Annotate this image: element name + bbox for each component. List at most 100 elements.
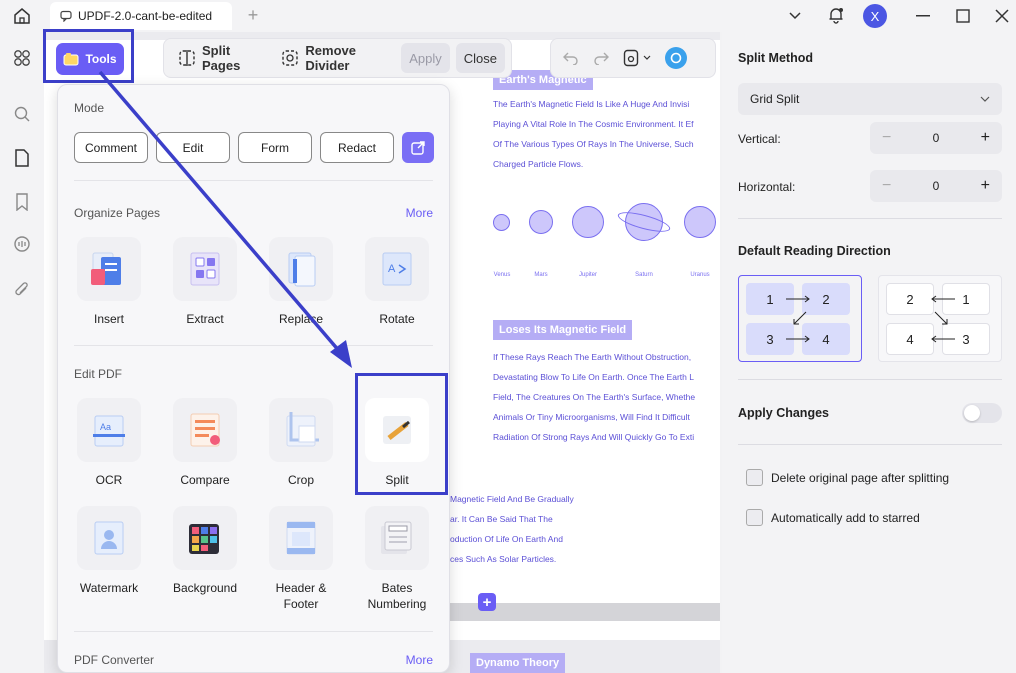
ai-assistant-icon[interactable] xyxy=(665,47,687,69)
tool-background[interactable]: Background xyxy=(160,506,250,596)
minimize-icon[interactable] xyxy=(914,8,932,24)
auto-starred-checkbox[interactable] xyxy=(746,509,763,526)
tool-compare[interactable]: Compare xyxy=(160,398,250,488)
increment-icon[interactable]: + xyxy=(981,129,990,147)
reading-direction-z-option[interactable]: 1 2 3 4 xyxy=(738,275,862,362)
tool-header-footer-label: Header & Footer xyxy=(275,581,327,611)
vertical-value[interactable]: 0 xyxy=(933,131,940,145)
rotate-icon: A xyxy=(365,237,429,301)
split-method-select[interactable]: Grid Split xyxy=(738,83,1002,115)
increment-icon[interactable]: + xyxy=(981,177,990,195)
extract-icon xyxy=(173,237,237,301)
tool-crop[interactable]: Crop xyxy=(256,398,346,488)
compare-icon xyxy=(173,398,237,462)
doc-paragraph-line: ar. It Can Be Said That The xyxy=(450,514,553,524)
tool-insert[interactable]: Insert xyxy=(64,237,154,327)
split-pages-icon xyxy=(178,49,196,67)
tool-extract-label: Extract xyxy=(186,312,224,326)
close-window-icon[interactable] xyxy=(992,6,1012,26)
decrement-icon[interactable]: − xyxy=(882,177,891,195)
mode-edit-button[interactable]: Edit xyxy=(156,132,230,163)
decrement-icon[interactable]: − xyxy=(882,129,891,147)
planet-mars xyxy=(529,210,553,234)
doc-paragraph-line: The Earth's Magnetic Field Is Like A Hug… xyxy=(493,99,690,109)
planet-label: Jupiter xyxy=(578,272,597,278)
save-icon[interactable] xyxy=(623,49,639,67)
attachment-icon[interactable] xyxy=(12,280,32,300)
split-pages-button[interactable]: Split Pages xyxy=(170,43,267,73)
reading-direction-reverse-option[interactable]: 2 1 4 3 xyxy=(878,275,1002,362)
direction-arrows-icon xyxy=(786,295,810,343)
doc-paragraph-line: If These Rays Reach The Earth Without Ob… xyxy=(493,352,692,362)
tool-header-footer[interactable]: Header & Footer xyxy=(256,506,346,612)
horizontal-label: Horizontal: xyxy=(738,180,796,194)
tool-ocr[interactable]: Aa OCR xyxy=(64,398,154,488)
save-dropdown-icon[interactable] xyxy=(643,55,651,61)
direction-arrows-icon xyxy=(931,295,955,343)
open-external-button[interactable] xyxy=(402,132,434,163)
tool-crop-label: Crop xyxy=(287,473,314,487)
split-highlight-box xyxy=(355,373,448,495)
tools-highlight-box xyxy=(43,29,134,83)
tool-rotate[interactable]: A Rotate xyxy=(352,237,442,327)
planet-label: Saturn xyxy=(635,272,653,278)
undo-icon[interactable] xyxy=(563,51,579,65)
converter-more-link[interactable]: More xyxy=(406,653,433,667)
doc-paragraph-line: Animals Or Tiny Microorganisms, Will Fin… xyxy=(493,412,690,422)
tool-watermark-label: Watermark xyxy=(79,581,139,595)
notification-bell-icon[interactable] xyxy=(826,5,846,25)
search-icon[interactable] xyxy=(12,104,32,124)
divider xyxy=(74,345,433,346)
planet-uranus xyxy=(684,206,716,238)
doc-heading-dynamo: Dynamo Theory xyxy=(470,653,566,673)
organize-more-link[interactable]: More xyxy=(406,206,433,220)
apps-grid-icon[interactable] xyxy=(12,48,32,68)
vertical-stepper[interactable]: − 0 + xyxy=(870,122,1002,154)
remove-divider-button[interactable]: Remove Divider xyxy=(273,43,395,73)
comment-tab-icon xyxy=(60,10,72,22)
doc-paragraph-line: Playing A Vital Role In The Cosmic Envir… xyxy=(493,119,694,129)
apply-changes-toggle[interactable] xyxy=(962,403,1002,423)
split-method-title: Split Method xyxy=(738,51,813,65)
tool-bates-numbering[interactable]: Bates Numbering xyxy=(352,506,442,612)
remove-divider-icon xyxy=(281,49,299,67)
ocr-icon: Aa xyxy=(77,398,141,462)
tool-extract[interactable]: Extract xyxy=(160,237,250,327)
open-external-icon xyxy=(410,140,426,156)
tool-compare-label: Compare xyxy=(180,473,230,487)
delete-original-checkbox[interactable] xyxy=(746,469,763,486)
pages-icon[interactable] xyxy=(12,148,32,168)
mode-form-button[interactable]: Form xyxy=(238,132,312,163)
tool-rotate-label: Rotate xyxy=(379,312,415,326)
user-avatar[interactable]: X xyxy=(863,4,887,28)
tool-replace[interactable]: Replace xyxy=(256,237,346,327)
mode-redact-button[interactable]: Redact xyxy=(320,132,394,163)
apply-button[interactable]: Apply xyxy=(401,43,450,73)
maximize-icon[interactable] xyxy=(954,7,972,25)
add-divider-icon[interactable]: + xyxy=(478,593,496,611)
horizontal-stepper[interactable]: − 0 + xyxy=(870,170,1002,202)
bookmark-icon[interactable] xyxy=(12,192,32,212)
replace-icon xyxy=(269,237,333,301)
chevron-down-icon[interactable] xyxy=(786,8,804,24)
vertical-label: Vertical: xyxy=(738,132,781,146)
home-icon[interactable] xyxy=(12,6,32,26)
planet-jupiter xyxy=(572,206,604,238)
doc-paragraph-line: Devastating Blow To Life On Earth. Once … xyxy=(493,372,694,382)
document-tab[interactable]: UPDF-2.0-cant-be-edited xyxy=(50,2,232,30)
comments-icon[interactable] xyxy=(11,235,33,255)
tool-insert-label: Insert xyxy=(93,312,124,326)
mode-comment-button[interactable]: Comment xyxy=(74,132,148,163)
svg-text:A: A xyxy=(388,263,396,275)
watermark-icon xyxy=(77,506,141,570)
horizontal-value[interactable]: 0 xyxy=(933,179,940,193)
svg-text:Aa: Aa xyxy=(100,422,111,432)
auto-starred-label: Automatically add to starred xyxy=(771,511,920,525)
doc-paragraph-line: ces Such As Solar Particles. xyxy=(450,554,557,564)
tool-ocr-label: OCR xyxy=(95,473,123,487)
tool-watermark[interactable]: Watermark xyxy=(64,506,154,596)
doc-paragraph-line: Radiation Of Strong Rays And Will Quickl… xyxy=(493,432,695,442)
redo-icon[interactable] xyxy=(593,51,609,65)
close-toolbar-button[interactable]: Close xyxy=(455,43,505,73)
new-tab-icon[interactable]: + xyxy=(244,5,262,25)
